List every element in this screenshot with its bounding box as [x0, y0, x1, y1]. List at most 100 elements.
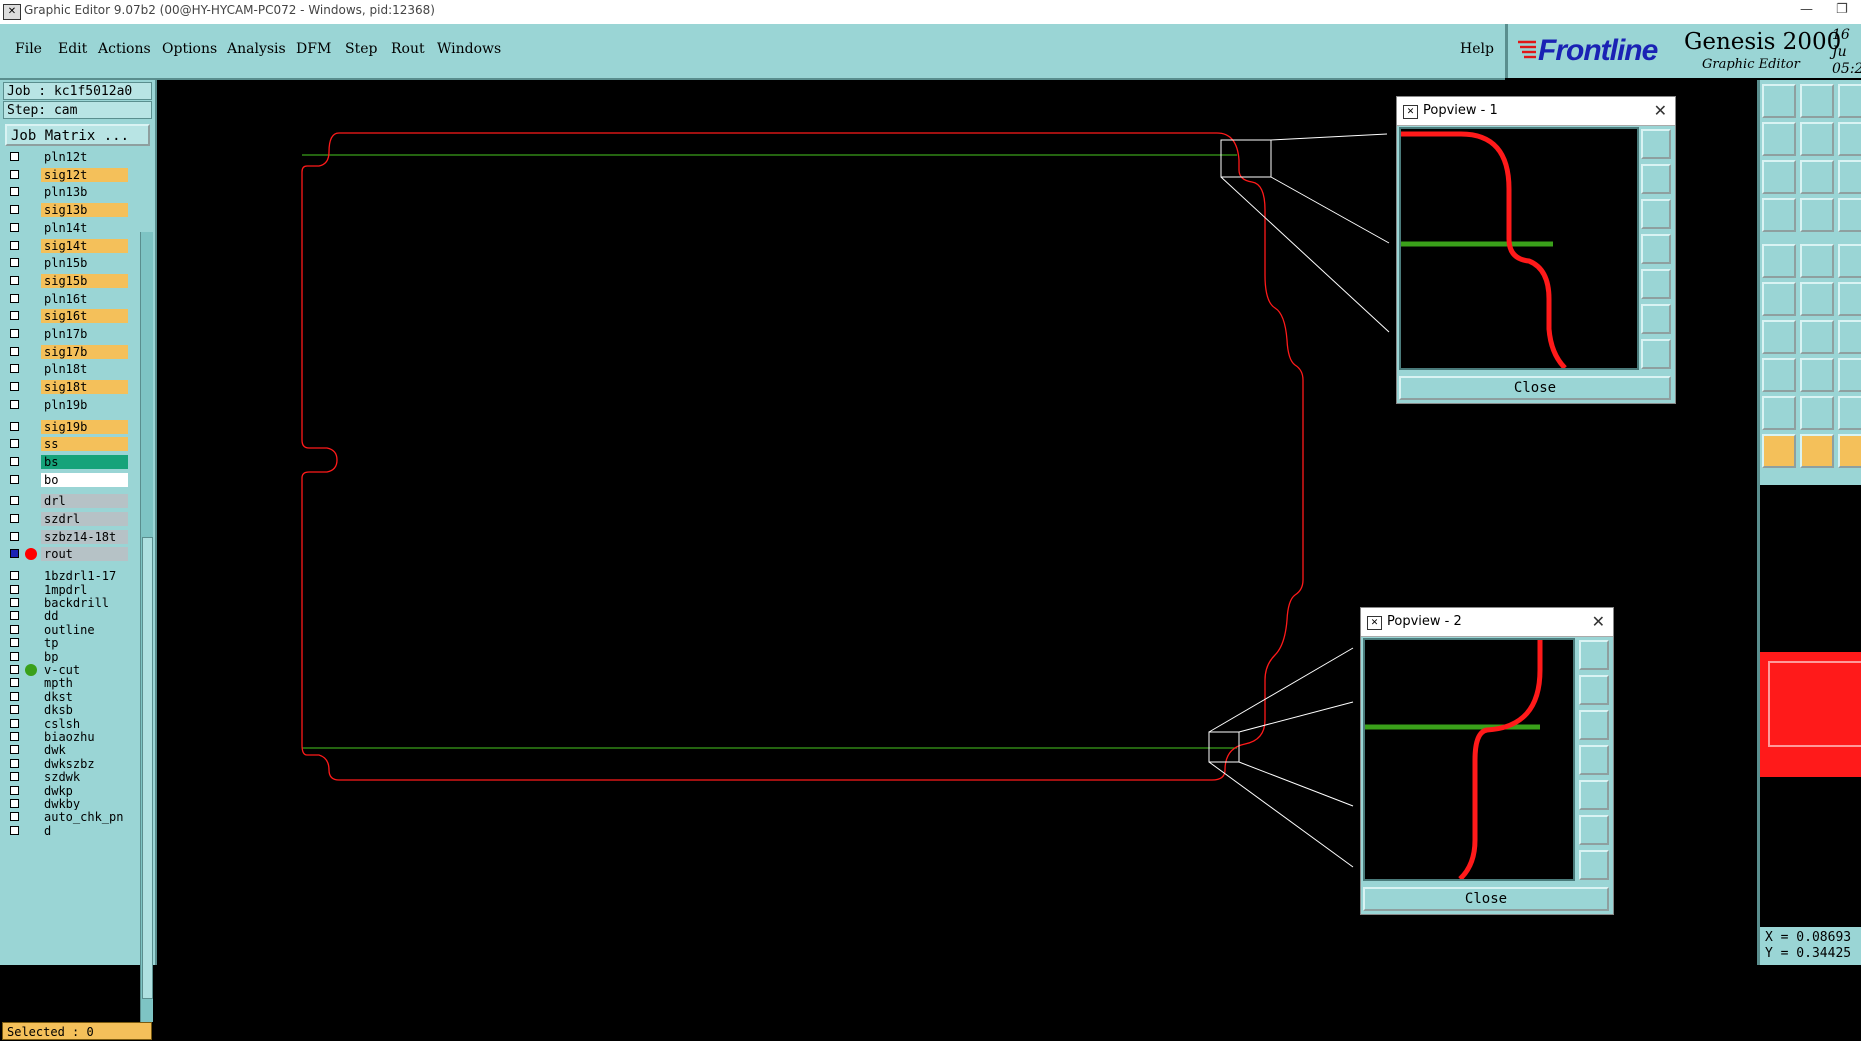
pan-down-icon[interactable] [1579, 710, 1609, 740]
zoom-in-icon[interactable] [1579, 815, 1609, 845]
layer-checkbox[interactable] [10, 597, 19, 607]
menu-windows[interactable]: Windows [437, 41, 501, 57]
layer-name[interactable]: dwkby [41, 796, 128, 811]
zoom-window-icon[interactable] [1762, 160, 1796, 194]
layer-name[interactable]: sig17b [41, 344, 128, 359]
layer-checkbox[interactable] [10, 474, 19, 484]
pan-up-icon[interactable] [1579, 675, 1609, 705]
arc-icon[interactable] [1838, 396, 1861, 430]
layer-checkbox[interactable] [10, 293, 19, 303]
popview-2-view[interactable] [1363, 638, 1575, 881]
layer-name[interactable]: tp [41, 636, 128, 651]
layer-name[interactable]: v-cut [41, 662, 128, 677]
layer-row-dwkby[interactable]: dwkby [5, 796, 137, 811]
layer-checkbox[interactable] [10, 382, 19, 392]
select-pad-icon[interactable] [1762, 244, 1796, 278]
layer-row-bs[interactable]: bs [5, 454, 137, 469]
popview-1-window[interactable]: ✕ Popview - 1 ✕ Close [1396, 96, 1676, 404]
layer-checkbox[interactable] [10, 187, 19, 197]
layer-row-1mpdrl[interactable]: 1mpdrl [5, 582, 137, 597]
layer-checkbox[interactable] [10, 705, 19, 715]
layer-row-tp[interactable]: tp [5, 636, 137, 651]
menu-edit[interactable]: Edit [58, 41, 87, 57]
no-select-icon[interactable] [1838, 434, 1861, 468]
layer-row-pln14t[interactable]: pln14t [5, 220, 137, 235]
layer-checkbox[interactable] [10, 329, 19, 338]
pan-right-tool-icon[interactable] [1800, 122, 1834, 156]
angle-icon[interactable] [1762, 320, 1796, 354]
layer-name[interactable]: dksb [41, 703, 128, 718]
layer-name[interactable]: szdrl [41, 512, 128, 526]
layer-checkbox[interactable] [10, 718, 19, 728]
layer-row-dwkszbz[interactable]: dwkszbz [5, 756, 137, 771]
layer-row-rout[interactable]: rout [5, 547, 137, 562]
layer-row-dwk[interactable]: dwk [5, 743, 137, 758]
zoom-out-icon[interactable] [1579, 850, 1609, 880]
layer-checkbox[interactable] [10, 346, 19, 356]
layer-row-auto_chk_pn[interactable]: auto_chk_pn [5, 810, 137, 825]
zoom-center-icon[interactable] [1800, 160, 1834, 194]
layer-name[interactable]: biaozhu [41, 729, 128, 744]
layer-checkbox[interactable] [10, 664, 19, 674]
layer-row-1bzdrl1-17[interactable]: 1bzdrl1-17 [5, 569, 137, 584]
layer-name[interactable]: backdrill [41, 595, 128, 610]
layer-name[interactable]: dkst [41, 689, 128, 704]
layer-name[interactable]: pln16t [41, 291, 128, 306]
menu-analysis[interactable]: Analysis [227, 41, 286, 57]
zoom-home-icon[interactable] [1762, 84, 1796, 118]
arrow-back-icon[interactable] [1838, 320, 1861, 354]
layer-row-sig19b[interactable]: sig19b [5, 419, 137, 434]
layer-name[interactable]: rout [41, 547, 128, 562]
net-icon[interactable] [1762, 282, 1796, 316]
vertical-line-icon[interactable] [1838, 358, 1861, 392]
layer-row-sig17b[interactable]: sig17b [5, 344, 137, 359]
layer-row-dd[interactable]: dd [5, 609, 137, 624]
layer-name[interactable]: d [41, 823, 128, 838]
snap-icon[interactable] [1762, 198, 1796, 232]
layer-checkbox[interactable] [10, 205, 19, 215]
layer-row-backdrill[interactable]: backdrill [5, 595, 137, 610]
pan-left-tool-icon[interactable] [1762, 122, 1796, 156]
layer-checkbox[interactable] [10, 399, 19, 409]
layer-row-pln19b[interactable]: pln19b [5, 397, 137, 412]
layer-name[interactable]: szdwk [41, 770, 128, 785]
pad-add-icon[interactable] [1762, 358, 1796, 392]
layer-checkbox[interactable] [10, 258, 19, 268]
zoom-in-icon[interactable] [1641, 304, 1671, 334]
layer-checkbox[interactable] [10, 514, 19, 523]
horizontal-line-icon[interactable] [1800, 358, 1834, 392]
menu-help[interactable]: Help [1460, 41, 1494, 57]
layer-name[interactable]: dwk [41, 743, 128, 758]
layer-row-pln18t[interactable]: pln18t [5, 362, 137, 377]
layer-checkbox[interactable] [10, 364, 19, 374]
layer-name[interactable]: bo [41, 472, 128, 487]
layer-row-bp[interactable]: bp [5, 649, 137, 664]
menu-rout[interactable]: Rout [391, 41, 425, 57]
layer-row-szdrl[interactable]: szdrl [5, 512, 137, 526]
layer-row-sig12t[interactable]: sig12t [5, 167, 137, 182]
layer-name[interactable]: pln15b [41, 256, 128, 271]
layer-name[interactable]: outline [41, 622, 128, 637]
layer-row-sig13b[interactable]: sig13b [5, 203, 137, 218]
layer-checkbox[interactable] [10, 638, 19, 648]
menu-actions[interactable]: Actions [98, 41, 151, 57]
layer-row-sig16t[interactable]: sig16t [5, 309, 137, 324]
layer-name[interactable]: sig19b [41, 419, 128, 434]
layer-name[interactable]: sig16t [41, 309, 128, 324]
layer-name[interactable]: dwkszbz [41, 756, 128, 771]
layer-checkbox[interactable] [10, 651, 19, 661]
menu-file[interactable]: File [15, 41, 42, 57]
select-arrow-icon[interactable] [1762, 434, 1796, 468]
layer-checkbox[interactable] [10, 456, 19, 466]
zoom-fit-icon[interactable] [1641, 129, 1671, 159]
select-line-icon[interactable] [1800, 244, 1834, 278]
pan-right-icon[interactable] [1641, 269, 1671, 299]
grid-icon[interactable] [1800, 198, 1834, 232]
layer-name[interactable]: dwkp [41, 783, 128, 798]
layer-checkbox[interactable] [10, 691, 19, 701]
layer-row-cslsh[interactable]: cslsh [5, 716, 137, 731]
layer-checkbox[interactable] [10, 825, 19, 835]
triangle-arrow-icon[interactable] [1800, 396, 1834, 430]
layer-row-bo[interactable]: bo [5, 472, 137, 487]
layer-name[interactable]: szbz14-18t [41, 529, 128, 544]
